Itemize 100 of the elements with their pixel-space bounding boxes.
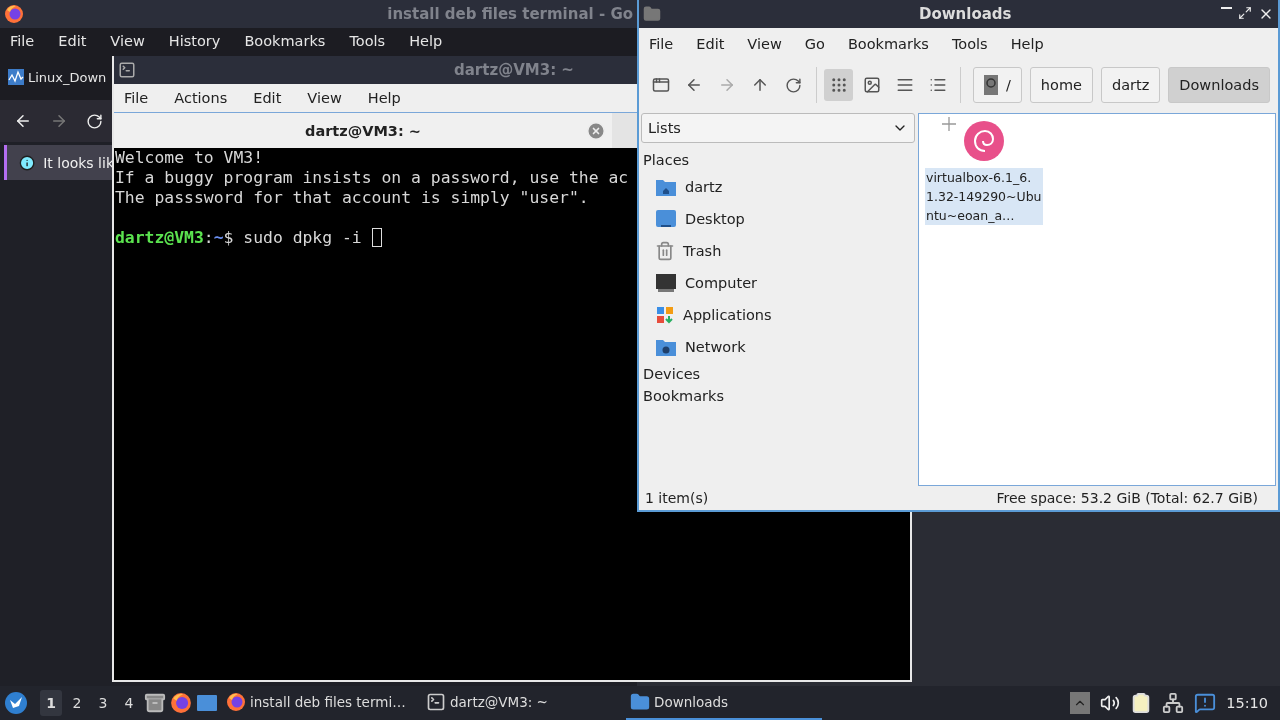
home-folder-icon (655, 177, 677, 197)
file-name[interactable]: virtualbox-6.1_6.1.32-149290~Ubuntu~eoan_a… (925, 168, 1043, 225)
clock: 15:10 (1226, 695, 1268, 711)
path-button[interactable]: dartz (1100, 67, 1161, 103)
window-icon[interactable] (196, 693, 218, 713)
tab-title: dartz@VM3: ~ (305, 122, 421, 139)
menu-item[interactable]: History (168, 31, 221, 51)
place-item[interactable]: Desktop (641, 203, 915, 235)
volume-icon[interactable] (1100, 693, 1121, 713)
icon-view-icon (829, 76, 848, 94)
menu-item[interactable]: Bookmarks (847, 34, 929, 54)
window-title: install deb files terminal - Go (387, 5, 633, 23)
free-space: Free space: 53.2 GiB (Total: 62.7 GiB) (996, 490, 1258, 506)
section-heading: Bookmarks (642, 387, 725, 406)
section-heading: Devices (642, 365, 702, 384)
applications-icon (655, 305, 675, 325)
menu-item[interactable]: Help (409, 31, 443, 51)
debian-package-icon (963, 120, 1005, 162)
workspace-button[interactable]: 1 (40, 690, 62, 716)
taskbar-task[interactable]: Downloads (626, 686, 822, 720)
place-item[interactable]: Applications (641, 299, 915, 331)
menu-item[interactable]: Edit (253, 88, 282, 108)
menu-item[interactable]: File (649, 34, 674, 54)
place-item[interactable]: Computer (641, 267, 915, 299)
terminal-icon (426, 692, 446, 712)
menu-item[interactable]: View (307, 88, 342, 108)
notification-icon[interactable] (1194, 692, 1217, 714)
place-label: Desktop (685, 211, 745, 227)
side-pane-dropdown[interactable]: Lists (641, 113, 915, 143)
close-icon (586, 121, 606, 141)
firefox-icon (170, 692, 192, 714)
folder-icon (630, 692, 650, 712)
window-title: dartz@VM3: ~ (454, 61, 574, 79)
chart-favicon-icon (8, 69, 24, 85)
minimize-icon[interactable] (1221, 6, 1232, 9)
place-item[interactable]: Network (641, 331, 915, 363)
place-label: dartz (685, 179, 723, 195)
info-icon (19, 153, 36, 172)
menu-item[interactable]: Help (367, 88, 401, 108)
list-icon (928, 76, 947, 94)
start-menu-icon[interactable] (4, 691, 28, 715)
eject-icon[interactable] (1070, 692, 1091, 714)
workspace-button[interactable]: 2 (66, 690, 88, 716)
place-label: Network (685, 339, 746, 355)
network-icon[interactable] (1162, 692, 1185, 714)
menu-item[interactable]: Tools (951, 34, 988, 54)
path-button[interactable]: / (972, 67, 1022, 103)
menu-item[interactable]: Bookmarks (244, 31, 326, 51)
place-label: Applications (683, 307, 772, 323)
folder-icon (643, 5, 661, 23)
terminal-line: If a buggy program insists on a password, use the ac (115, 168, 629, 187)
place-item[interactable]: dartz (641, 171, 915, 203)
monitor-icon (655, 273, 677, 293)
menu-item[interactable]: Help (1010, 34, 1044, 54)
menu-item[interactable]: File (10, 31, 35, 51)
picture-icon (862, 76, 881, 94)
icon-view-button[interactable] (824, 69, 854, 101)
forward-icon (50, 112, 68, 130)
menu-item[interactable]: View (747, 34, 782, 54)
menu-item[interactable]: Edit (58, 31, 87, 51)
item-count: 1 item(s) (645, 490, 709, 506)
section-heading: Places (642, 151, 691, 170)
firefox-icon (226, 692, 246, 712)
menu-item[interactable]: Tools (349, 31, 386, 51)
menu-item[interactable]: File (124, 88, 149, 108)
menu-item[interactable]: Actions (174, 88, 228, 108)
window-title: Downloads (919, 5, 1012, 23)
taskbar-task[interactable]: install deb files termi… (222, 686, 418, 720)
prompt-line: dartz@VM3:~$ sudo dpkg -i (115, 228, 362, 247)
terminal-icon (118, 61, 136, 79)
menu-item[interactable]: View (110, 31, 145, 51)
terminal-tab[interactable]: dartz@VM3: ~ (114, 113, 612, 148)
file-cabinet-icon[interactable] (144, 692, 166, 714)
network-folder-icon (655, 337, 677, 357)
browser-tab[interactable]: Linux_Down (28, 69, 107, 85)
compact-list-icon (895, 76, 914, 94)
menu-item[interactable]: Edit (696, 34, 725, 54)
new-window-icon (652, 76, 671, 94)
desktop-icon (655, 209, 677, 229)
place-label: Trash (683, 243, 722, 259)
text-cursor (371, 228, 382, 247)
firefox-icon (4, 4, 24, 24)
taskbar-task[interactable]: dartz@VM3: ~ (422, 686, 622, 720)
workspace-button[interactable]: 3 (92, 690, 114, 716)
path-button[interactable]: home (1029, 67, 1093, 103)
plus-icon (942, 117, 956, 131)
terminal-line: Welcome to VM3! (115, 148, 264, 167)
terminal-line: The passsword for that account is simply "user". (115, 188, 589, 207)
back-icon (14, 112, 32, 130)
workspace-button[interactable]: 4 (118, 690, 140, 716)
menu-item[interactable]: Go (804, 34, 825, 54)
place-label: Computer (685, 275, 758, 291)
place-item[interactable]: Trash (641, 235, 915, 267)
trash-icon (655, 241, 675, 261)
reload-icon (86, 112, 103, 130)
close-tab-button[interactable] (586, 121, 606, 141)
path-button[interactable]: Downloads (1168, 67, 1270, 103)
maximize-icon (1238, 6, 1252, 20)
drive-icon (983, 75, 998, 95)
reload-icon (784, 76, 802, 94)
